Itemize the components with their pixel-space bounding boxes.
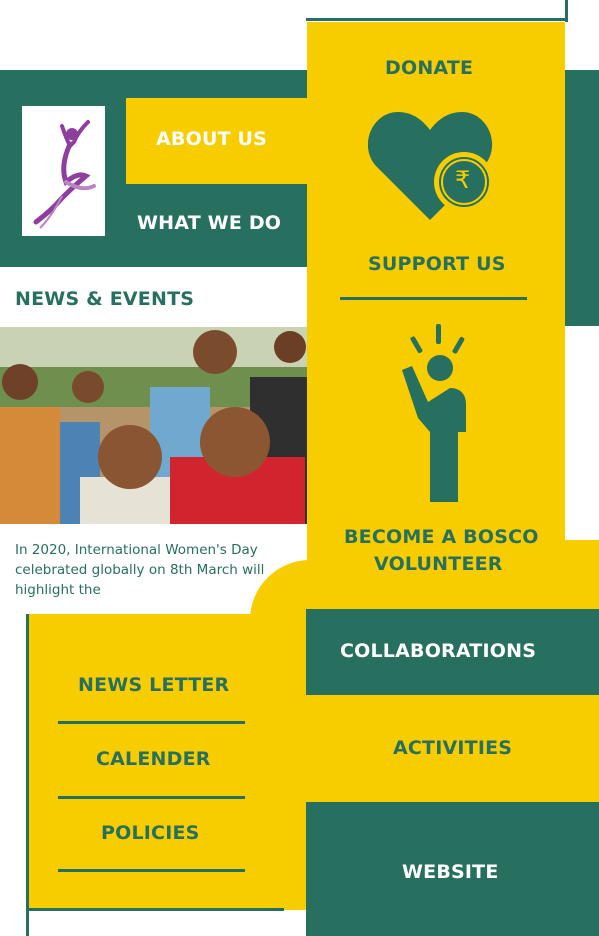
activities-label: ACTIVITIES	[393, 737, 513, 759]
news-excerpt: In 2020, International Women's Day celeb…	[15, 542, 265, 598]
news-photo[interactable]	[0, 327, 307, 524]
website-button[interactable]: WEBSITE	[306, 802, 599, 936]
policies-link[interactable]: POLICIES	[101, 822, 200, 844]
what-we-do-label: WHAT WE DO	[137, 212, 282, 234]
website-label: WEBSITE	[402, 861, 499, 883]
news-events-heading[interactable]: NEWS & EVENTS	[15, 288, 194, 310]
logo[interactable]	[22, 106, 105, 236]
collaborations-label: COLLABORATIONS	[340, 640, 537, 662]
about-us-label: ABOUT US	[156, 128, 268, 150]
rupee-symbol: ₹	[455, 166, 471, 194]
divider-2	[58, 796, 245, 799]
volunteer-label-line2[interactable]: VOLUNTEER	[374, 553, 503, 575]
frame-line-bottom	[29, 908, 284, 911]
about-us-button[interactable]: ABOUT US	[126, 98, 307, 184]
support-divider	[340, 297, 527, 300]
frame-line-right	[565, 0, 568, 22]
divider-3	[58, 869, 245, 872]
activities-button[interactable]: ACTIVITIES	[306, 695, 599, 802]
volunteer-label-line1[interactable]: BECOME A BOSCO	[344, 526, 539, 548]
lower-left-panel	[29, 570, 319, 910]
divider-1	[58, 721, 245, 724]
children-photo-image	[0, 327, 307, 524]
dancer-logo-icon	[33, 120, 96, 229]
donate-column-flare	[540, 540, 599, 610]
support-us-label[interactable]: SUPPORT US	[368, 253, 506, 275]
collaborations-button[interactable]: COLLABORATIONS	[306, 609, 599, 695]
what-we-do-button[interactable]: WHAT WE DO	[126, 198, 307, 248]
volunteer-raised-hand-icon[interactable]	[398, 322, 470, 506]
donate-label[interactable]: DONATE	[385, 57, 473, 79]
news-letter-link[interactable]: NEWS LETTER	[78, 674, 229, 696]
frame-line-top	[306, 18, 566, 21]
right-teal-strip	[560, 70, 599, 326]
heart-donate-icon[interactable]	[368, 108, 502, 224]
calender-link[interactable]: CALENDER	[96, 748, 211, 770]
